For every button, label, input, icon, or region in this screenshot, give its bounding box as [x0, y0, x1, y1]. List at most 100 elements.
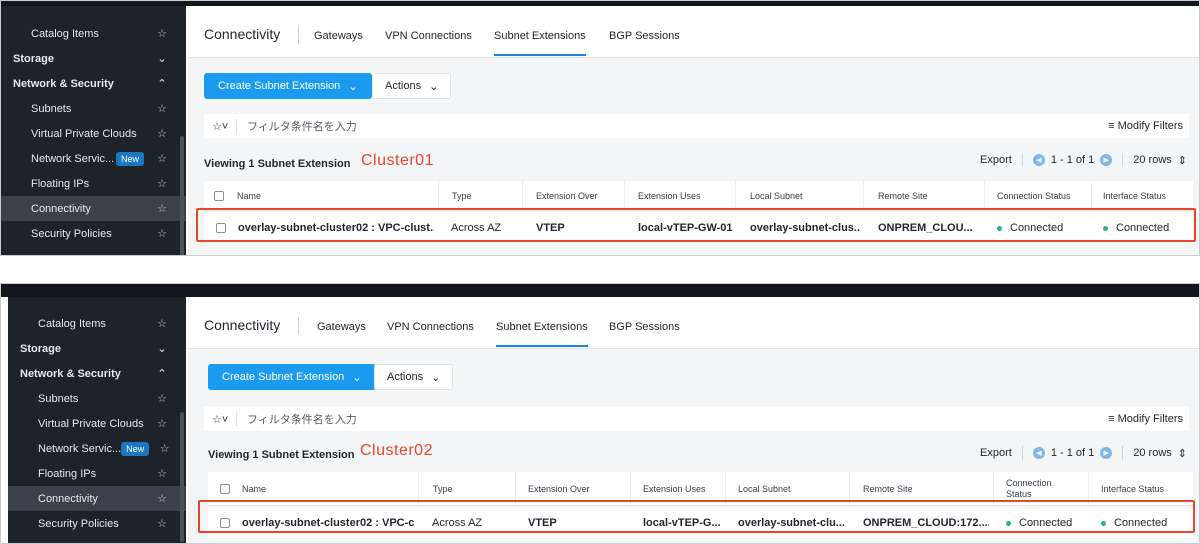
col-divider — [1091, 181, 1092, 210]
sidebar-group-storage[interactable]: Storage ⌄ — [8, 336, 186, 361]
filter-divider — [236, 412, 237, 426]
sidebar-item-catalog-items[interactable]: Catalog Items ☆ — [1, 21, 186, 46]
col-divider — [438, 181, 439, 210]
star-icon[interactable]: ☆ — [152, 467, 172, 480]
select-all-checkbox[interactable] — [214, 181, 224, 210]
col-remote-site[interactable]: Remote Site — [878, 181, 928, 210]
tab-vpn-connections[interactable]: VPN Connections — [385, 30, 472, 42]
star-icon[interactable]: ☆ — [152, 102, 172, 115]
filter-input[interactable]: フィルタ条件名を入力 — [247, 118, 1108, 134]
col-divider — [863, 181, 864, 210]
sidebar-group-storage[interactable]: Storage ⌄ — [1, 46, 186, 71]
filter-input[interactable]: フィルタ条件名を入力 — [247, 411, 1108, 427]
col-interface-status[interactable]: Interface Status — [1103, 181, 1166, 210]
prev-page-icon[interactable]: ◀ — [1032, 154, 1045, 166]
chevron-up-icon: ⌃ — [157, 368, 167, 380]
page-title: Connectivity — [204, 26, 281, 42]
sidebar-item-network-services[interactable]: Network Servic... New ☆ — [1, 146, 186, 171]
modify-filters-button[interactable]: ≡ Modify Filters — [1108, 413, 1183, 425]
sidebar-item-connectivity[interactable]: Connectivity ☆ — [8, 486, 186, 511]
panel-cluster01: Catalog Items ☆ Storage ⌄ Network & Securi… — [0, 0, 1200, 256]
create-subnet-extension-button[interactable]: Create Subnet Extension ⌄ — [208, 364, 376, 390]
create-button-label: Create Subnet Extension — [222, 371, 345, 383]
star-icon[interactable]: ☆ — [152, 127, 172, 140]
sidebar-item-label: Connectivity — [38, 492, 98, 505]
star-icon[interactable]: ☆ — [152, 317, 172, 330]
star-icon[interactable]: ☆ — [152, 27, 172, 40]
sidebar-group-network-security[interactable]: Network & Security ⌃ — [8, 361, 186, 386]
tab-subnet-extensions[interactable]: Subnet Extensions — [496, 321, 588, 347]
page-title: Connectivity — [204, 317, 281, 333]
col-connection-status[interactable]: Connection Status — [997, 181, 1071, 210]
star-icon[interactable]: ☆ — [152, 517, 172, 530]
actions-button-label: Actions — [387, 371, 424, 383]
sidebar-item-floating-ips[interactable]: Floating IPs ☆ — [1, 171, 186, 196]
col-extension-over[interactable]: Extension Over — [536, 181, 598, 210]
col-name[interactable]: Name — [237, 181, 261, 210]
actions-button[interactable]: Actions ⌄ — [374, 364, 454, 390]
star-icon[interactable]: ☆ — [152, 152, 172, 165]
sidebar-scrollbar[interactable] — [180, 136, 184, 255]
col-extension-uses[interactable]: Extension Uses — [638, 181, 701, 210]
export-button[interactable]: Export — [980, 447, 1012, 459]
star-icon[interactable]: ☆ — [152, 227, 172, 240]
sidebar-item-label: Virtual Private Clouds — [38, 417, 144, 430]
tab-gateways[interactable]: Gateways — [314, 30, 363, 42]
create-subnet-extension-button[interactable]: Create Subnet Extension ⌄ — [204, 73, 372, 99]
tab-vpn-connections[interactable]: VPN Connections — [387, 321, 474, 333]
sidebar-item-label: Network & Security — [20, 367, 121, 380]
chevron-down-icon: ⌄ — [352, 371, 362, 384]
star-icon[interactable]: ☆ — [157, 442, 172, 455]
sidebar-item-security-policies[interactable]: Security Policies ☆ — [1, 221, 186, 246]
sidebar-item-connectivity[interactable]: Connectivity ☆ — [1, 196, 186, 221]
actions-button[interactable]: Actions ⌄ — [372, 73, 452, 99]
chevron-down-icon: ⌄ — [431, 371, 441, 384]
export-button[interactable]: Export — [980, 154, 1012, 166]
sort-icon: ⇕ — [1177, 154, 1187, 167]
rows-per-page-select[interactable]: 20 rows — [1133, 154, 1172, 166]
tab-gateways[interactable]: Gateways — [317, 321, 366, 333]
col-local-subnet[interactable]: Local Subnet — [750, 181, 803, 210]
sidebar-scrollbar[interactable] — [180, 412, 184, 542]
star-icon[interactable]: ☆ — [152, 392, 172, 405]
star-icon[interactable]: ☆ — [152, 177, 172, 190]
sidebar-group-network-security[interactable]: Network & Security ⌃ — [1, 71, 186, 96]
star-icon[interactable]: ☆ — [152, 202, 172, 215]
tab-subnet-extensions[interactable]: Subnet Extensions — [494, 30, 586, 56]
col-type[interactable]: Type — [452, 181, 472, 210]
rows-per-page-select[interactable]: 20 rows — [1133, 447, 1172, 459]
favorite-filter-icon[interactable]: ☆˅ — [212, 413, 236, 426]
tab-bgp-sessions[interactable]: BGP Sessions — [609, 321, 680, 333]
next-page-icon[interactable]: ▶ — [1100, 154, 1113, 166]
modify-filters-label: Modify Filters — [1117, 120, 1183, 132]
tab-bgp-sessions[interactable]: BGP Sessions — [609, 30, 680, 42]
sidebar-item-network-services[interactable]: Network Servic... New ☆ — [8, 436, 186, 461]
col-divider — [984, 181, 985, 210]
table-header: Name Type Extension Over Extension Uses … — [204, 181, 1193, 211]
sidebar-item-label: Network & Security — [13, 77, 114, 90]
sidebar-item-vpcs[interactable]: Virtual Private Clouds ☆ — [8, 411, 186, 436]
next-page-icon[interactable]: ▶ — [1100, 447, 1113, 459]
sidebar-item-label: Network Servic... — [38, 442, 122, 455]
prev-page-icon[interactable]: ◀ — [1032, 447, 1045, 459]
panel-cluster02: Catalog Items ☆ Storage ⌄ Network & Securi… — [0, 283, 1200, 544]
filter-icon: ≡ — [1108, 413, 1118, 425]
col-divider — [624, 181, 625, 210]
sidebar-item-security-policies[interactable]: Security Policies ☆ — [8, 511, 186, 536]
sidebar-item-floating-ips[interactable]: Floating IPs ☆ — [8, 461, 186, 486]
viewing-count: Viewing 1 Subnet Extension — [204, 158, 351, 170]
pager-divider — [1021, 153, 1023, 167]
sidebar-item-label: Storage — [13, 52, 54, 65]
top-strip — [1, 284, 1199, 297]
favorite-filter-icon[interactable]: ☆˅ — [212, 120, 236, 133]
sidebar-item-vpcs[interactable]: Virtual Private Clouds ☆ — [1, 121, 186, 146]
sidebar-item-subnets[interactable]: Subnets ☆ — [1, 96, 186, 121]
cluster-annotation: Cluster01 — [361, 152, 434, 169]
sidebar-item-catalog-items[interactable]: Catalog Items ☆ — [8, 311, 186, 336]
star-icon[interactable]: ☆ — [152, 492, 172, 505]
star-icon[interactable]: ☆ — [152, 417, 172, 430]
create-button-label: Create Subnet Extension — [218, 80, 341, 92]
sidebar-item-label: Catalog Items — [31, 27, 99, 40]
sidebar-item-subnets[interactable]: Subnets ☆ — [8, 386, 186, 411]
modify-filters-button[interactable]: ≡ Modify Filters — [1108, 120, 1183, 132]
